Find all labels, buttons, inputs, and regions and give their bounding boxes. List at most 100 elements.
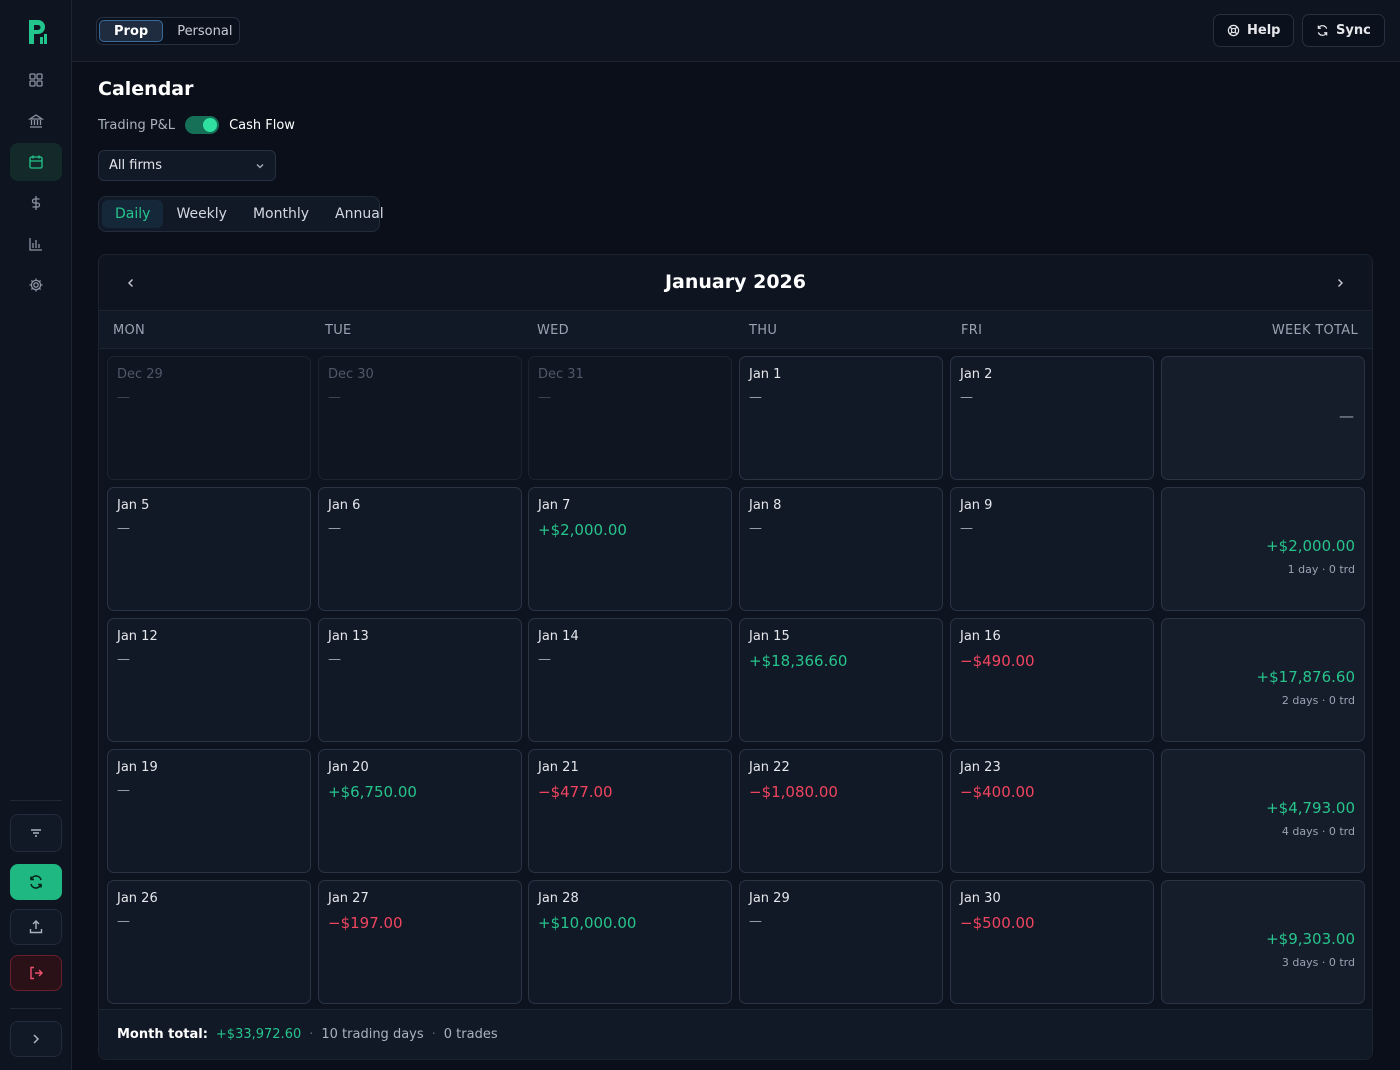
tab-annual[interactable]: Annual bbox=[322, 200, 397, 228]
day-cell[interactable]: Jan 7 +$2,000.00 bbox=[528, 487, 732, 611]
toggle-knob bbox=[203, 118, 218, 132]
segment-prop[interactable]: Prop bbox=[99, 20, 164, 42]
week-total-value: +$17,876.60 bbox=[1256, 668, 1355, 686]
month-total-label: Month total: bbox=[117, 1027, 208, 1042]
day-cell[interactable]: Jan 16 −$490.00 bbox=[950, 618, 1154, 742]
dashboard-icon bbox=[29, 73, 43, 87]
day-cell[interactable]: Jan 8 — bbox=[739, 487, 943, 611]
day-cell[interactable]: Jan 20 +$6,750.00 bbox=[318, 749, 522, 873]
sidebar-item-payouts[interactable] bbox=[10, 184, 62, 222]
chevron-right-icon bbox=[33, 1034, 40, 1044]
day-cell[interactable]: Jan 14 — bbox=[528, 618, 732, 742]
week-total-summary: 3 days · 0 trd bbox=[1281, 956, 1355, 969]
week-total-summary: 1 day · 0 trd bbox=[1287, 563, 1355, 576]
day-cell[interactable]: Jan 21 −$477.00 bbox=[528, 749, 732, 873]
tab-monthly[interactable]: Monthly bbox=[240, 200, 322, 228]
week-total-cell: +$2,000.00 1 day · 0 trd bbox=[1161, 487, 1365, 611]
day-cell[interactable]: Jan 22 −$1,080.00 bbox=[739, 749, 943, 873]
sidebar bbox=[0, 0, 72, 1070]
month-trades: 0 trades bbox=[443, 1027, 498, 1042]
refresh-button[interactable] bbox=[10, 864, 62, 900]
firm-select-value: All firms bbox=[109, 158, 162, 173]
day-pnl-value: −$1,080.00 bbox=[749, 783, 838, 801]
pnl-cashflow-toggle-row: Trading P&L Cash Flow bbox=[98, 115, 295, 135]
day-pnl-value: — bbox=[538, 652, 551, 667]
day-date-label: Jan 1 bbox=[749, 367, 782, 382]
help-label: Help bbox=[1247, 23, 1281, 38]
day-pnl-value: — bbox=[117, 652, 130, 667]
toggle-label-trading-pnl[interactable]: Trading P&L bbox=[98, 118, 175, 133]
day-cell[interactable]: Jan 13 — bbox=[318, 618, 522, 742]
day-date-label: Jan 6 bbox=[328, 498, 361, 513]
filter-icon bbox=[31, 829, 41, 837]
day-pnl-value: +$18,366.60 bbox=[749, 652, 848, 670]
day-cell[interactable]: Jan 2 — bbox=[950, 356, 1154, 480]
tab-weekly[interactable]: Weekly bbox=[163, 200, 240, 228]
sidebar-item-analytics[interactable] bbox=[10, 225, 62, 263]
day-cell[interactable]: Jan 9 — bbox=[950, 487, 1154, 611]
weekday-tue: TUE bbox=[325, 323, 352, 338]
day-cell[interactable]: Jan 12 — bbox=[107, 618, 311, 742]
day-cell[interactable]: Jan 27 −$197.00 bbox=[318, 880, 522, 1004]
upload-button[interactable] bbox=[10, 909, 62, 945]
week-total-cell: — bbox=[1161, 356, 1365, 480]
day-cell[interactable]: Jan 29 — bbox=[739, 880, 943, 1004]
day-cell[interactable]: Jan 1 — bbox=[739, 356, 943, 480]
toggle-label-cash-flow[interactable]: Cash Flow bbox=[229, 118, 295, 133]
page-title: Calendar bbox=[98, 78, 194, 100]
refresh-icon bbox=[30, 875, 42, 889]
sidebar-item-calendar[interactable] bbox=[10, 143, 62, 181]
sync-label: Sync bbox=[1336, 23, 1371, 38]
month-trading-days: 10 trading days bbox=[321, 1027, 424, 1042]
day-cell[interactable]: Jan 6 — bbox=[318, 487, 522, 611]
day-date-label: Dec 31 bbox=[538, 367, 584, 382]
day-pnl-value: — bbox=[117, 914, 130, 929]
weekday-wed: WED bbox=[537, 323, 569, 338]
day-pnl-value: — bbox=[328, 521, 341, 536]
day-cell[interactable]: Dec 29 — bbox=[107, 356, 311, 480]
firm-select[interactable]: All firms bbox=[98, 150, 276, 181]
day-date-label: Jan 30 bbox=[960, 891, 1001, 906]
day-cell[interactable]: Jan 28 +$10,000.00 bbox=[528, 880, 732, 1004]
chevron-right-icon bbox=[1338, 279, 1343, 287]
day-cell[interactable]: Dec 30 — bbox=[318, 356, 522, 480]
weekday-mon: MON bbox=[113, 323, 146, 338]
help-button[interactable]: Help bbox=[1213, 14, 1295, 47]
chevron-down-icon bbox=[256, 163, 264, 168]
help-icon bbox=[1227, 24, 1240, 37]
day-pnl-value: +$10,000.00 bbox=[538, 914, 637, 932]
logout-button[interactable] bbox=[10, 955, 62, 991]
day-date-label: Jan 28 bbox=[538, 891, 579, 906]
day-pnl-value: — bbox=[960, 521, 973, 536]
day-date-label: Jan 9 bbox=[960, 498, 993, 513]
day-cell[interactable]: Dec 31 — bbox=[528, 356, 732, 480]
segment-personal[interactable]: Personal bbox=[163, 20, 246, 42]
day-date-label: Jan 14 bbox=[538, 629, 579, 644]
day-date-label: Jan 7 bbox=[538, 498, 571, 513]
filter-button[interactable] bbox=[10, 814, 62, 852]
expand-sidebar-button[interactable] bbox=[10, 1021, 62, 1057]
day-pnl-value: — bbox=[117, 783, 130, 798]
day-cell[interactable]: Jan 26 — bbox=[107, 880, 311, 1004]
next-month-button[interactable] bbox=[1330, 273, 1350, 293]
sync-button[interactable]: Sync bbox=[1302, 14, 1385, 47]
sidebar-item-dashboard[interactable] bbox=[10, 61, 62, 99]
tab-daily[interactable]: Daily bbox=[102, 200, 164, 228]
day-cell[interactable]: Jan 15 +$18,366.60 bbox=[739, 618, 943, 742]
week-total-cell: +$17,876.60 2 days · 0 trd bbox=[1161, 618, 1365, 742]
day-date-label: Jan 13 bbox=[328, 629, 369, 644]
day-pnl-value: −$490.00 bbox=[960, 652, 1035, 670]
sidebar-item-accounts[interactable] bbox=[10, 102, 62, 140]
app-logo[interactable] bbox=[26, 18, 48, 46]
day-cell[interactable]: Jan 5 — bbox=[107, 487, 311, 611]
day-cell[interactable]: Jan 23 −$400.00 bbox=[950, 749, 1154, 873]
week-total-cell: +$9,303.00 3 days · 0 trd bbox=[1161, 880, 1365, 1004]
week-total-value: +$9,303.00 bbox=[1266, 930, 1355, 948]
cashflow-toggle[interactable] bbox=[185, 116, 220, 134]
day-cell[interactable]: Jan 30 −$500.00 bbox=[950, 880, 1154, 1004]
sidebar-item-settings[interactable] bbox=[10, 266, 62, 304]
day-cell[interactable]: Jan 19 — bbox=[107, 749, 311, 873]
logout-icon bbox=[30, 966, 43, 980]
day-pnl-value: −$477.00 bbox=[538, 783, 613, 801]
bar-chart-icon bbox=[29, 238, 42, 251]
